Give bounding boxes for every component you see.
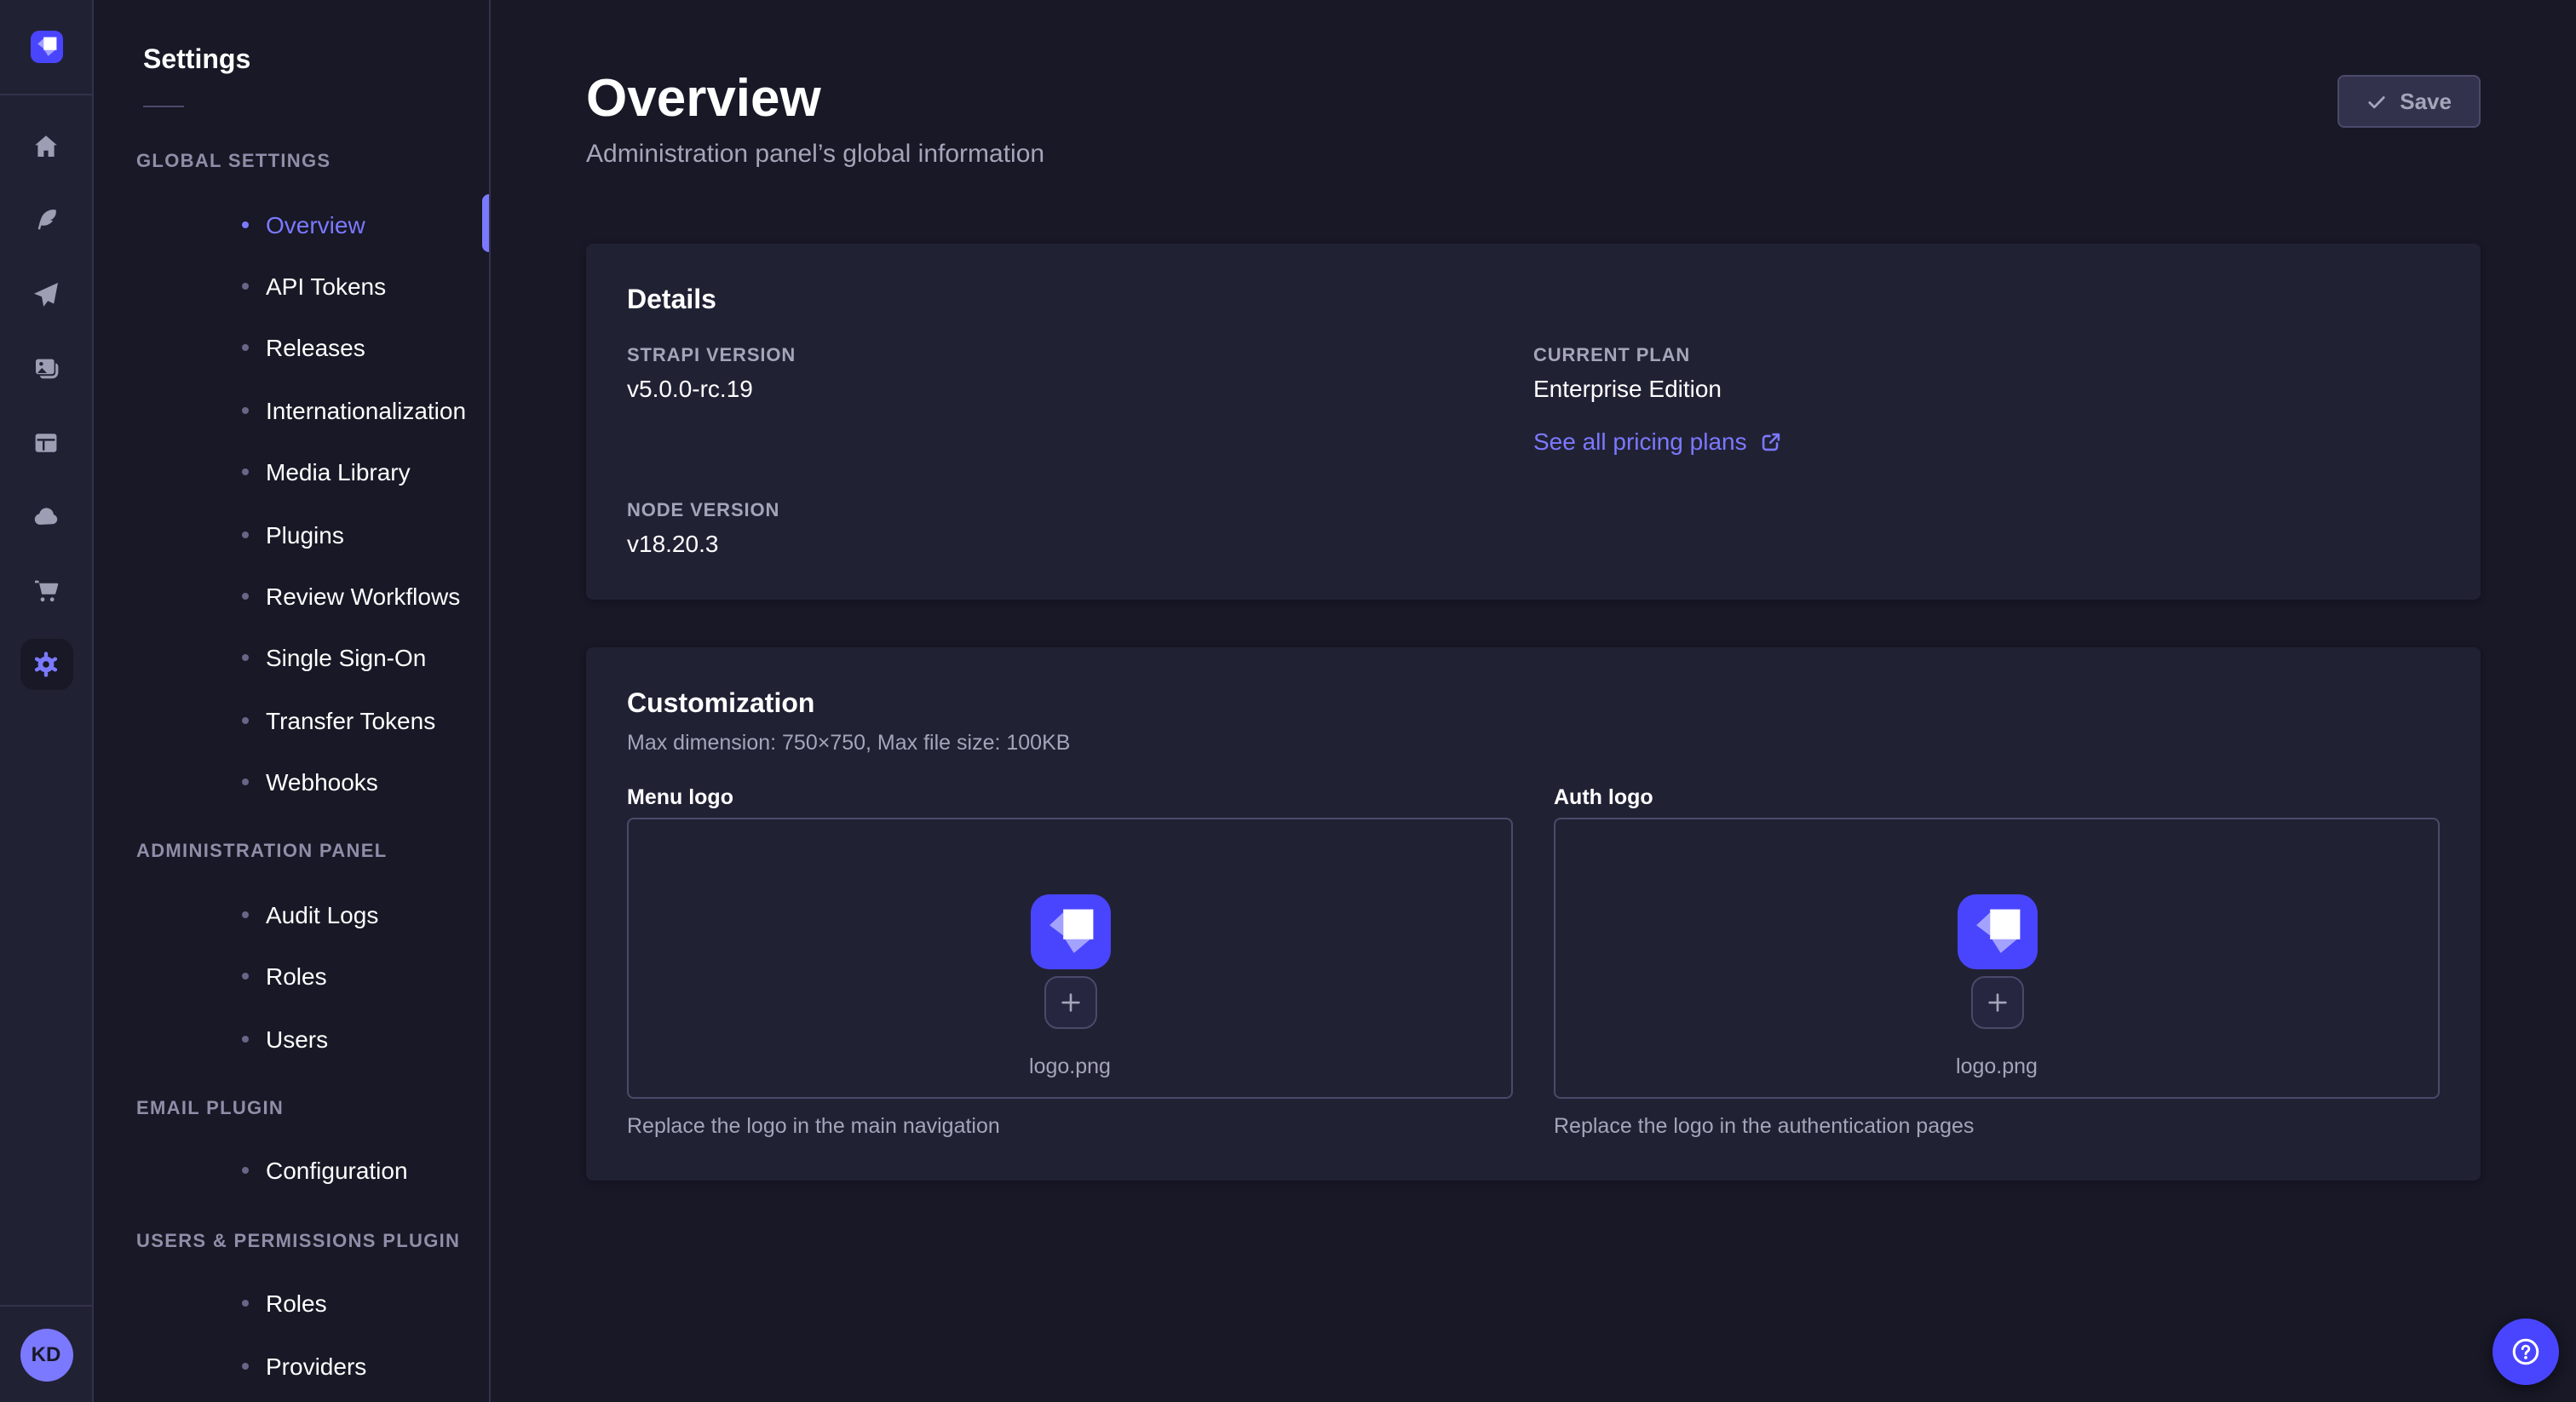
bullet-icon — [242, 1168, 249, 1175]
pricing-plans-link[interactable]: See all pricing plans — [1533, 428, 2440, 457]
check-icon — [2366, 91, 2386, 112]
strapi-version-label: STRAPI VERSION — [627, 346, 1533, 368]
main-nav-rail: KD — [0, 0, 94, 1402]
details-card-title: Details — [627, 284, 2440, 319]
menu-logo-add-button[interactable] — [1044, 976, 1096, 1029]
layout-icon[interactable] — [0, 405, 92, 480]
bullet-icon — [242, 221, 249, 227]
feather-content-icon[interactable] — [0, 183, 92, 257]
bullet-icon — [242, 974, 249, 980]
paper-plane-icon[interactable] — [0, 257, 92, 331]
section-global-settings: GLOBAL SETTINGS — [94, 131, 489, 193]
subnav-item-releases[interactable]: Releases — [94, 317, 489, 379]
plus-icon — [1984, 990, 2010, 1015]
subnav-item-email-configuration[interactable]: Configuration — [94, 1141, 489, 1203]
rail-footer: KD — [0, 1305, 92, 1402]
subnav-item-internationalization[interactable]: Internationalization — [94, 379, 489, 441]
subnav-item-admin-roles[interactable]: Roles — [94, 945, 489, 1008]
subnav-item-api-tokens[interactable]: API Tokens — [94, 256, 489, 318]
cloud-icon[interactable] — [0, 480, 92, 554]
bullet-icon — [242, 283, 249, 290]
logo-upload-grid: Menu logo logo.png Replace the logo in t… — [627, 784, 2440, 1140]
details-right-column: CURRENT PLAN Enterprise Edition See all … — [1533, 346, 2440, 559]
marketplace-cart-icon[interactable] — [0, 554, 92, 628]
details-left-column: STRAPI VERSION v5.0.0-rc.19 NODE VERSION… — [627, 346, 1533, 559]
auth-logo-upload-box[interactable]: logo.png — [1554, 818, 2440, 1099]
bullet-icon — [242, 531, 249, 537]
page-subtitle: Administration panel’s global informatio… — [586, 140, 2481, 169]
auth-logo-caption: Replace the logo in the authentication p… — [1554, 1112, 2440, 1140]
auth-logo-filename: logo.png — [1956, 1054, 2038, 1078]
subnav-divider — [143, 106, 184, 107]
subnav-item-single-sign-on[interactable]: Single Sign-On — [94, 627, 489, 689]
subnav-item-overview[interactable]: Overview — [94, 193, 489, 256]
user-avatar[interactable]: KD — [20, 1328, 72, 1381]
menu-logo-label: Menu logo — [627, 784, 1513, 811]
auth-logo-add-button[interactable] — [1970, 976, 2023, 1029]
subnav-item-transfer-tokens[interactable]: Transfer Tokens — [94, 689, 489, 751]
subnav-title: Settings — [143, 46, 489, 77]
bullet-icon — [242, 593, 249, 600]
node-version-value: v18.20.3 — [627, 530, 1533, 559]
bullet-icon — [242, 1362, 249, 1369]
bullet-icon — [242, 1035, 249, 1042]
strapi-logo-icon — [30, 31, 62, 63]
subnav-item-up-roles[interactable]: Roles — [94, 1273, 489, 1335]
workspace-logo-area — [0, 0, 92, 95]
bullet-icon — [242, 1300, 249, 1307]
subnav-item-media-library[interactable]: Media Library — [94, 441, 489, 503]
customization-card: Customization Max dimension: 750×750, Ma… — [586, 647, 2481, 1181]
strapi-version-value: v5.0.0-rc.19 — [627, 375, 1533, 404]
subnav-item-review-workflows[interactable]: Review Workflows — [94, 565, 489, 627]
help-button[interactable] — [2492, 1318, 2558, 1384]
current-plan-label: CURRENT PLAN — [1533, 346, 2440, 368]
bullet-icon — [242, 468, 249, 475]
section-users-permissions-plugin: USERS & PERMISSIONS PLUGIN — [94, 1210, 489, 1273]
bullet-icon — [242, 911, 249, 918]
main-content: Overview Administration panel’s global i… — [491, 0, 2576, 1402]
settings-nav-list: GLOBAL SETTINGS Overview API Tokens Rele… — [94, 131, 489, 1397]
auth-logo-preview — [1957, 894, 2037, 969]
save-button[interactable]: Save — [2337, 75, 2481, 128]
subnav-item-up-providers[interactable]: Providers — [94, 1335, 489, 1397]
app-window: KD Settings GLOBAL SETTINGS Overview API… — [0, 0, 2576, 1402]
strapi-version-field: STRAPI VERSION v5.0.0-rc.19 — [627, 346, 1533, 404]
bullet-icon — [242, 716, 249, 723]
section-administration-panel: ADMINISTRATION PANEL — [94, 822, 489, 884]
section-email-plugin: EMAIL PLUGIN — [94, 1078, 489, 1141]
auth-logo-label: Auth logo — [1554, 784, 2440, 811]
auth-logo-column: Auth logo logo.png Replace the logo in t… — [1554, 784, 2440, 1140]
menu-logo-column: Menu logo logo.png Replace the logo in t… — [627, 784, 1513, 1140]
bullet-icon — [242, 655, 249, 662]
settings-subnav: Settings GLOBAL SETTINGS Overview API To… — [94, 0, 491, 1402]
bullet-icon — [242, 779, 249, 785]
node-version-label: NODE VERSION — [627, 501, 1533, 523]
menu-logo-preview — [1030, 894, 1110, 969]
question-mark-icon — [2507, 1333, 2543, 1369]
menu-logo-upload-box[interactable]: logo.png — [627, 818, 1513, 1099]
media-images-icon[interactable] — [0, 331, 92, 405]
subnav-item-webhooks[interactable]: Webhooks — [94, 751, 489, 813]
plus-icon — [1057, 990, 1083, 1015]
bullet-icon — [242, 407, 249, 414]
settings-nav-item[interactable] — [0, 628, 92, 702]
bullet-icon — [242, 345, 249, 352]
customization-card-title: Customization — [627, 688, 2440, 722]
external-link-icon — [1761, 431, 1783, 453]
details-grid: STRAPI VERSION v5.0.0-rc.19 NODE VERSION… — [627, 346, 2440, 559]
details-card: Details STRAPI VERSION v5.0.0-rc.19 NODE… — [586, 244, 2481, 600]
menu-logo-filename: logo.png — [1029, 1054, 1111, 1078]
subnav-item-admin-users[interactable]: Users — [94, 1008, 489, 1070]
current-plan-field: CURRENT PLAN Enterprise Edition — [1533, 346, 2440, 404]
subnav-item-plugins[interactable]: Plugins — [94, 503, 489, 566]
current-plan-value: Enterprise Edition — [1533, 375, 2440, 404]
menu-logo-caption: Replace the logo in the main navigation — [627, 1112, 1513, 1140]
settings-gear-icon — [20, 640, 72, 691]
page-title: Overview — [586, 0, 2481, 129]
node-version-field: NODE VERSION v18.20.3 — [627, 501, 1533, 559]
subnav-item-audit-logs[interactable]: Audit Logs — [94, 883, 489, 945]
home-icon[interactable] — [0, 109, 92, 183]
customization-card-subtitle: Max dimension: 750×750, Max file size: 1… — [627, 729, 2440, 756]
main-nav-items — [0, 95, 92, 702]
